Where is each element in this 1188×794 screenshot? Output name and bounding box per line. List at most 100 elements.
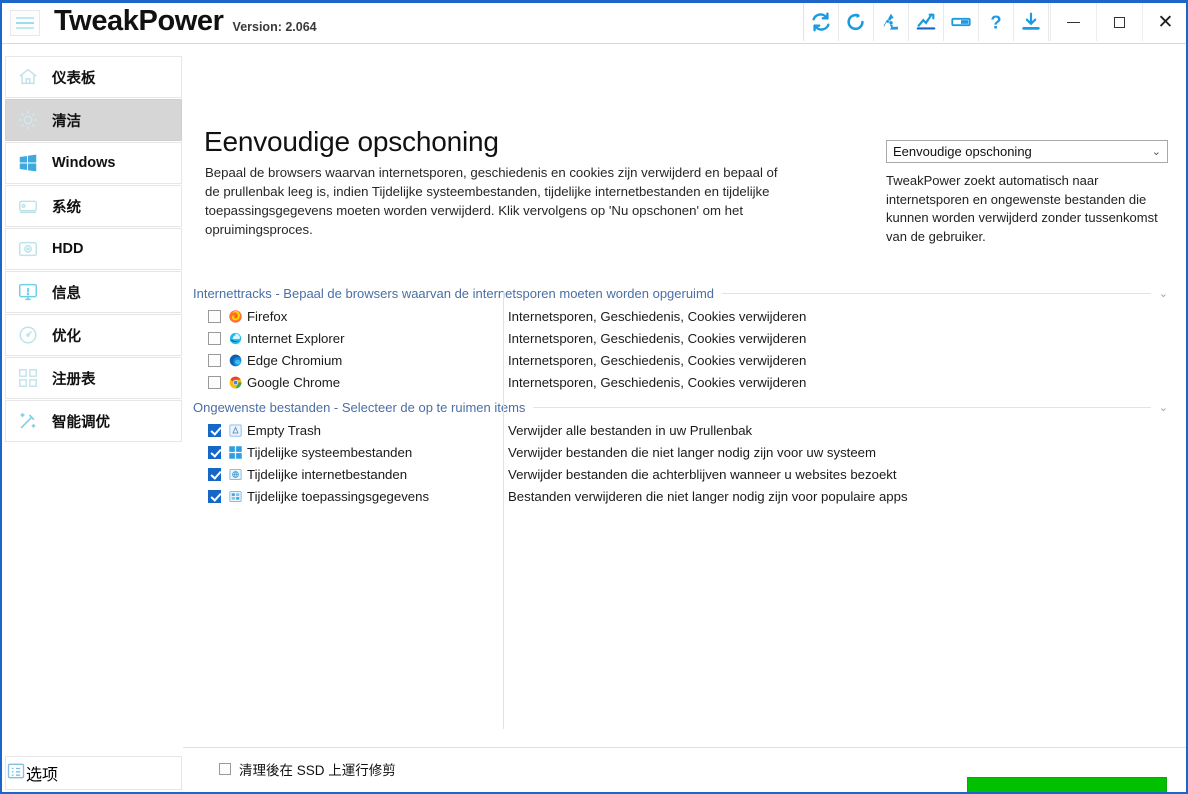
sidebar-label: 信息 bbox=[52, 285, 81, 302]
sidebar-item-windows[interactable]: Windows bbox=[5, 142, 182, 184]
list-item[interactable]: Firefox Internetsporen, Geschiedenis, Co… bbox=[183, 305, 1186, 327]
list-item-description: Verwijder alle bestanden in uw Prullenba… bbox=[508, 422, 753, 438]
trash-icon bbox=[226, 423, 244, 438]
section-rule bbox=[722, 292, 1151, 294]
minimize-button[interactable] bbox=[1050, 3, 1096, 41]
list-item-description: Internetsporen, Geschiedenis, Cookies ve… bbox=[508, 374, 807, 390]
firefox-icon bbox=[226, 309, 244, 324]
page-description: Bepaal de browsers waarvan internetspore… bbox=[205, 165, 778, 237]
checkbox-temp-app-data[interactable] bbox=[208, 489, 221, 503]
section-header-junk-files: Ongewenste bestanden - Selecteer de op t… bbox=[193, 397, 1168, 417]
list-item-description: Internetsporen, Geschiedenis, Cookies ve… bbox=[508, 352, 807, 368]
section-title: Internettracks - Bepaal de browsers waar… bbox=[193, 285, 715, 301]
app-data-icon bbox=[226, 489, 244, 504]
sidebar: 仪表板 清洁 Windows 系统 HDD 信息 优化 注册表 智能调优 选项 bbox=[4, 44, 183, 792]
chevron-down-icon: ⌄ bbox=[1151, 146, 1161, 158]
windows-tile-icon bbox=[226, 445, 244, 460]
magic-wand-icon bbox=[10, 410, 46, 432]
sidebar-item-optimize[interactable]: 优化 bbox=[5, 314, 182, 356]
sidebar-label: 清洁 bbox=[52, 113, 81, 130]
checkbox-ssd-trim[interactable] bbox=[219, 763, 231, 775]
recycle-icon[interactable] bbox=[874, 3, 909, 41]
section-header-internettracks: Internettracks - Bepaal de browsers waar… bbox=[193, 283, 1168, 303]
sidebar-options-label: 选项 bbox=[26, 767, 59, 784]
hamburger-icon[interactable] bbox=[10, 9, 40, 36]
sidebar-item-system[interactable]: 系统 bbox=[5, 185, 182, 227]
list-item-description: Internetsporen, Geschiedenis, Cookies ve… bbox=[508, 330, 807, 346]
refresh-icon[interactable] bbox=[804, 3, 839, 41]
sidebar-item-hdd[interactable]: HDD bbox=[5, 228, 182, 270]
clean-gear-icon bbox=[10, 109, 46, 131]
checkbox-temp-system-files[interactable] bbox=[208, 445, 221, 459]
close-button[interactable]: ✕ bbox=[1142, 3, 1186, 41]
system-icon bbox=[10, 195, 46, 217]
redo-icon[interactable] bbox=[839, 3, 874, 41]
list-item-label: Internet Explorer bbox=[247, 330, 345, 346]
list-item-description: Verwijder bestanden die achterblijven wa… bbox=[508, 466, 897, 482]
title-bar: TweakPower Version: 2.064 ? ✕ bbox=[2, 0, 1186, 44]
list-item[interactable]: Google Chrome Internetsporen, Geschieden… bbox=[183, 371, 1186, 393]
sidebar-label: Windows bbox=[52, 155, 116, 171]
section-rule bbox=[533, 406, 1151, 408]
list-item-description: Verwijder bestanden die niet langer nodi… bbox=[508, 444, 876, 460]
horizontal-divider bbox=[183, 747, 1186, 748]
help-icon[interactable]: ? bbox=[979, 3, 1014, 41]
chevron-down-icon[interactable]: ⌄ bbox=[1159, 401, 1168, 414]
sidebar-label: 注册表 bbox=[52, 371, 96, 388]
chrome-icon bbox=[226, 375, 244, 390]
maximize-button[interactable] bbox=[1096, 3, 1142, 41]
list-item[interactable]: Tijdelijke systeembestanden Verwijder be… bbox=[183, 441, 1186, 463]
speedometer-icon bbox=[10, 324, 46, 346]
sidebar-item-clean[interactable]: 清洁 bbox=[5, 99, 182, 141]
checkbox-firefox[interactable] bbox=[208, 309, 221, 323]
checkbox-temp-internet-files[interactable] bbox=[208, 467, 221, 481]
list-item[interactable]: Tijdelijke toepassingsgegevens Bestanden… bbox=[183, 485, 1186, 507]
windows-icon bbox=[10, 152, 46, 174]
list-item-label: Tijdelijke toepassingsgegevens bbox=[247, 488, 430, 504]
sidebar-label: 智能调优 bbox=[52, 414, 110, 431]
list-item-label: Edge Chromium bbox=[247, 352, 343, 368]
application-window: TweakPower Version: 2.064 ? ✕ 仪表板 清洁 Win… bbox=[0, 0, 1188, 794]
sidebar-label: 系统 bbox=[52, 199, 81, 216]
sidebar-item-smart-tuning[interactable]: 智能调优 bbox=[5, 400, 182, 442]
ssd-trim-label: 清理後在 SSD 上運行修剪 bbox=[239, 763, 396, 778]
registry-icon bbox=[10, 367, 46, 389]
sidebar-item-dashboard[interactable]: 仪表板 bbox=[5, 56, 182, 98]
checkbox-empty-trash[interactable] bbox=[208, 423, 221, 437]
sidebar-label: 优化 bbox=[52, 328, 81, 345]
sidebar-item-info[interactable]: 信息 bbox=[5, 271, 182, 313]
section-title: Ongewenste bestanden - Selecteer de op t… bbox=[193, 399, 526, 415]
checkbox-internet-explorer[interactable] bbox=[208, 331, 221, 345]
list-item-label: Empty Trash bbox=[247, 422, 322, 438]
list-item[interactable]: Internet Explorer Internetsporen, Geschi… bbox=[183, 327, 1186, 349]
monitor-info-icon bbox=[10, 281, 46, 303]
list-item-label: Google Chrome bbox=[247, 374, 341, 390]
mode-select[interactable]: Eenvoudige opschoning ⌄ bbox=[886, 140, 1168, 163]
sidebar-item-registry[interactable]: 注册表 bbox=[5, 357, 182, 399]
mode-select-value: Eenvoudige opschoning bbox=[893, 144, 1032, 159]
edge-icon bbox=[226, 353, 244, 368]
chevron-down-icon[interactable]: ⌄ bbox=[1159, 287, 1168, 300]
sidebar-label: HDD bbox=[52, 241, 84, 257]
svg-text:?: ? bbox=[990, 11, 1001, 32]
ssd-trim-row[interactable]: 清理後在 SSD 上運行修剪 bbox=[183, 759, 396, 779]
sidebar-item-options[interactable]: 选项 bbox=[5, 756, 182, 790]
list-item[interactable]: Tijdelijke internetbestanden Verwijder b… bbox=[183, 463, 1186, 485]
checkbox-google-chrome[interactable] bbox=[208, 375, 221, 389]
clean-pc-button[interactable]: 清理 PC bbox=[967, 777, 1167, 792]
vertical-divider bbox=[503, 292, 504, 729]
list-item[interactable]: Edge Chromium Internetsporen, Geschieden… bbox=[183, 349, 1186, 371]
key-icon[interactable] bbox=[944, 3, 979, 41]
download-icon[interactable] bbox=[1014, 3, 1049, 41]
app-title: TweakPower bbox=[54, 5, 224, 37]
main-content: Eenvoudige opschoning Bepaal de browsers… bbox=[183, 44, 1186, 792]
list-item[interactable]: Empty Trash Verwijder alle bestanden in … bbox=[183, 419, 1186, 441]
home-icon bbox=[10, 66, 46, 88]
chart-icon[interactable] bbox=[909, 3, 944, 41]
sidebar-label: 仪表板 bbox=[52, 70, 96, 87]
window-controls: ✕ bbox=[1050, 3, 1186, 41]
list-item-description: Internetsporen, Geschiedenis, Cookies ve… bbox=[508, 308, 807, 324]
checkbox-edge-chromium[interactable] bbox=[208, 353, 221, 367]
hdd-icon bbox=[10, 238, 46, 260]
